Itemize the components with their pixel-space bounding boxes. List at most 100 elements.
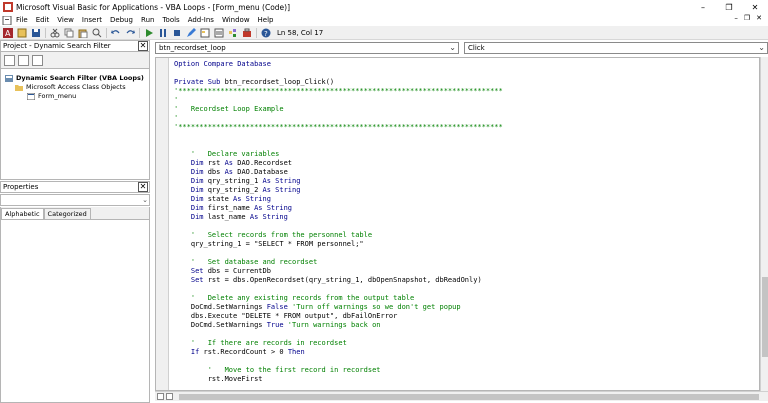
code-line[interactable]: ' — [174, 114, 503, 123]
code-line[interactable]: '***************************************… — [174, 87, 503, 96]
code-line[interactable]: dbs.Execute "DELETE * FROM output", dbFa… — [174, 312, 503, 321]
code-line[interactable]: DoCmd.SetWarnings False 'Turn off warnin… — [174, 303, 503, 312]
code-keyword: As String — [249, 213, 288, 221]
code-line[interactable]: ' Select records from the personnel tabl… — [174, 231, 503, 240]
code-line[interactable]: ' Move to the first record in recordset — [174, 366, 503, 375]
mdi-minimize-button[interactable]: – — [734, 14, 738, 22]
break-icon[interactable] — [158, 28, 168, 38]
code-line[interactable] — [174, 357, 503, 366]
code-line[interactable]: Dim rst As DAO.Recordset — [174, 159, 503, 168]
menu-help[interactable]: Help — [258, 16, 274, 24]
reset-icon[interactable] — [172, 28, 182, 38]
object-selector[interactable]: ⌄ — [0, 194, 150, 206]
vertical-scrollbar[interactable] — [760, 57, 768, 391]
toggle-folders-button[interactable] — [32, 54, 43, 66]
tree-item-form-menu[interactable]: Form_menu — [27, 92, 76, 100]
code-line[interactable]: Dim qry_string_1 As String — [174, 177, 503, 186]
menu-view[interactable]: View — [57, 16, 74, 24]
code-line[interactable] — [174, 249, 503, 258]
horizontal-scrollbar[interactable] — [155, 391, 768, 401]
code-comment: '***************************************… — [174, 87, 503, 95]
code-line[interactable]: qry_string_1 = "SELECT * FROM personnel;… — [174, 240, 503, 249]
tree-item-class-objects[interactable]: Microsoft Access Class Objects — [15, 83, 126, 91]
mdi-restore-button[interactable]: ❐ — [744, 14, 750, 22]
menu-file[interactable]: File — [16, 16, 28, 24]
close-button[interactable]: ✕ — [742, 0, 768, 14]
code-line[interactable]: Set rst = dbs.OpenRecordset(qry_string_1… — [174, 276, 503, 285]
object-browser-icon[interactable] — [228, 28, 238, 38]
view-code-button[interactable] — [4, 54, 15, 66]
code-line[interactable]: ' If there are records in recordset — [174, 339, 503, 348]
save-icon[interactable] — [31, 28, 41, 38]
code-keyword: False — [266, 303, 293, 311]
object-dropdown[interactable]: btn_recordset_loop ⌄ — [155, 42, 459, 54]
svg-text:A: A — [5, 29, 11, 38]
find-icon[interactable] — [92, 28, 102, 38]
design-mode-icon[interactable] — [186, 27, 196, 38]
access-view-icon[interactable]: A — [3, 27, 13, 38]
horizontal-scroll-thumb[interactable] — [179, 394, 759, 400]
code-line[interactable]: Set dbs = CurrentDb — [174, 267, 503, 276]
toolbar-separator — [106, 27, 107, 38]
code-line[interactable] — [174, 285, 503, 294]
menu-edit[interactable]: Edit — [36, 16, 50, 24]
code-line[interactable]: Dim qry_string_2 As String — [174, 186, 503, 195]
properties-window-icon[interactable] — [214, 28, 224, 38]
copy-icon[interactable] — [64, 28, 74, 38]
project-explorer-icon[interactable] — [200, 28, 210, 38]
cut-icon[interactable] — [50, 28, 60, 38]
toolbox-icon[interactable] — [242, 28, 252, 38]
code-line[interactable]: ' Declare variables — [174, 150, 503, 159]
code-line[interactable] — [174, 141, 503, 150]
code-editor[interactable]: Option Compare Database Private Sub btn_r… — [155, 57, 760, 391]
vertical-scroll-thumb[interactable] — [762, 277, 768, 357]
menu-insert[interactable]: Insert — [82, 16, 102, 24]
properties-close-button[interactable]: ✕ — [138, 182, 148, 192]
menu-tools[interactable]: Tools — [162, 16, 179, 24]
menu-add-ins[interactable]: Add-Ins — [188, 16, 214, 24]
menu-window[interactable]: Window — [222, 16, 250, 24]
code-line[interactable]: Private Sub btn_recordset_loop_Click() — [174, 78, 503, 87]
paste-icon[interactable] — [78, 28, 88, 38]
full-module-view-button[interactable] — [166, 393, 173, 400]
code-line[interactable]: ' Recordset Loop Example — [174, 105, 503, 114]
code-line[interactable]: ' Delete any existing records from the o… — [174, 294, 503, 303]
undo-icon[interactable] — [111, 28, 121, 38]
document-icon[interactable] — [2, 15, 12, 25]
code-line[interactable]: Dim first_name As String — [174, 204, 503, 213]
code-line[interactable] — [174, 132, 503, 141]
procedure-view-button[interactable] — [157, 393, 164, 400]
menu-run[interactable]: Run — [141, 16, 154, 24]
redo-icon[interactable] — [125, 28, 135, 38]
code-line[interactable] — [174, 222, 503, 231]
procedure-dropdown[interactable]: Click ⌄ — [464, 42, 768, 54]
tree-item-project[interactable]: Dynamic Search Filter (VBA Loops) — [5, 74, 144, 82]
minimize-button[interactable]: – — [690, 0, 716, 14]
help-icon[interactable]: ? — [261, 28, 271, 38]
code-text: qry_string_1 = "SELECT * FROM personnel;… — [174, 240, 364, 248]
properties-pane-title: Properties — [3, 183, 39, 191]
insert-module-icon[interactable] — [17, 28, 27, 38]
code-line[interactable]: Dim state As String — [174, 195, 503, 204]
code-keyword: As String — [262, 177, 301, 185]
code-line[interactable]: ' Set database and recordset — [174, 258, 503, 267]
project-close-button[interactable]: ✕ — [138, 41, 148, 51]
code-line[interactable]: DoCmd.SetWarnings True 'Turn warnings ba… — [174, 321, 503, 330]
code-line[interactable]: '***************************************… — [174, 123, 503, 132]
breakpoint-margin[interactable] — [156, 58, 169, 390]
code-line[interactable]: Dim dbs As DAO.Database — [174, 168, 503, 177]
tab-alphabetic[interactable]: Alphabetic — [1, 208, 44, 219]
maximize-button[interactable]: ❐ — [716, 0, 742, 14]
menu-debug[interactable]: Debug — [110, 16, 133, 24]
mdi-close-button[interactable]: ✕ — [756, 14, 762, 22]
view-object-button[interactable] — [18, 54, 29, 66]
tab-categorized[interactable]: Categorized — [43, 208, 91, 219]
code-line[interactable]: If rst.RecordCount > 0 Then — [174, 348, 503, 357]
code-line[interactable] — [174, 69, 503, 78]
code-line[interactable]: ' — [174, 96, 503, 105]
code-line[interactable]: Dim last_name As String — [174, 213, 503, 222]
code-line[interactable]: Option Compare Database — [174, 60, 503, 69]
code-line[interactable]: rst.MoveFirst — [174, 375, 503, 384]
run-icon[interactable] — [144, 28, 154, 38]
code-line[interactable] — [174, 330, 503, 339]
